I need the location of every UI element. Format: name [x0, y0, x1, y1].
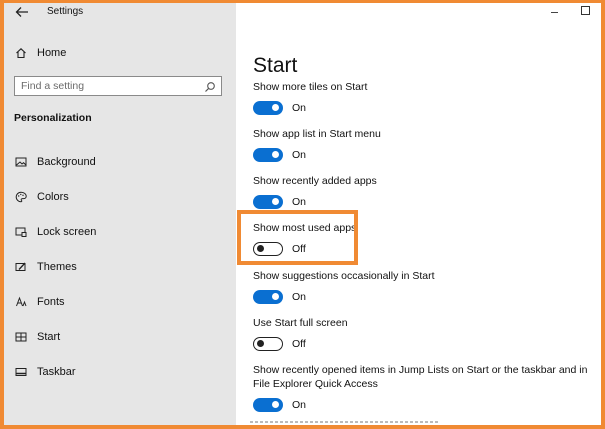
toggle-switch[interactable] [253, 101, 283, 115]
toggle-switch[interactable] [253, 398, 283, 412]
toggle-knob [272, 198, 279, 205]
font-icon [15, 296, 27, 308]
setting-label: Show more tiles on Start [253, 81, 368, 93]
cropped-text-fragment [250, 421, 440, 423]
toggle-switch[interactable] [253, 148, 283, 162]
sidebar-item-label: Colors [37, 191, 69, 203]
sidebar: Settings Home Personalization Background [4, 3, 236, 425]
section-heading: Personalization [14, 112, 92, 124]
setting-suggestions: Show suggestions occasionally in Start O… [253, 269, 593, 304]
toggle-switch[interactable] [253, 337, 283, 351]
title-bar: Settings [4, 3, 236, 25]
window-controls [521, 3, 601, 23]
toggle-knob [257, 340, 264, 347]
setting-label: Show most used apps [253, 222, 357, 234]
toggle-switch[interactable] [253, 242, 283, 256]
toggle-state: Off [292, 243, 306, 255]
home-label: Home [37, 47, 67, 59]
page-title: Start [253, 54, 298, 78]
start-grid-icon [15, 331, 27, 343]
search-icon[interactable] [204, 80, 216, 92]
toggle-state: Off [292, 338, 306, 350]
sidebar-item-colors[interactable]: Colors [15, 191, 69, 203]
toggle-state: On [292, 196, 307, 208]
sidebar-item-home[interactable]: Home [15, 47, 66, 59]
setting-app-list: Show app list in Start menu On [253, 127, 593, 162]
search-input[interactable] [21, 79, 201, 93]
sidebar-item-label: Lock screen [37, 226, 97, 238]
maximize-icon[interactable] [581, 6, 590, 15]
picture-icon [15, 156, 27, 168]
toggle-knob [272, 104, 279, 111]
sidebar-item-taskbar[interactable]: Taskbar [15, 366, 76, 378]
toggle-state: On [292, 291, 307, 303]
toggle-knob [272, 401, 279, 408]
search-box[interactable] [14, 76, 222, 96]
app-title: Settings [47, 6, 84, 17]
sidebar-item-fonts[interactable]: Fonts [15, 296, 65, 308]
minimize-icon[interactable] [551, 12, 558, 13]
setting-label: Show recently added apps [253, 175, 377, 187]
sidebar-item-label: Taskbar [37, 366, 76, 378]
back-arrow-icon[interactable] [14, 5, 30, 19]
toggle-knob [257, 245, 264, 252]
sidebar-item-lock-screen[interactable]: Lock screen [15, 226, 96, 238]
setting-label: Use Start full screen [253, 317, 348, 329]
setting-full-screen: Use Start full screen Off [253, 316, 593, 351]
sidebar-item-label: Themes [37, 261, 77, 273]
toggle-switch[interactable] [253, 290, 283, 304]
sidebar-item-label: Fonts [37, 296, 65, 308]
brush-icon [15, 261, 27, 273]
toggle-state: On [292, 149, 307, 161]
setting-label: Show recently opened items in Jump Lists… [253, 364, 588, 390]
toggle-knob [272, 293, 279, 300]
settings-window: Settings Home Personalization Background [4, 3, 601, 425]
sidebar-item-start[interactable]: Start [15, 331, 60, 343]
setting-most-used: Show most used apps Off [253, 221, 593, 256]
sidebar-item-background[interactable]: Background [15, 156, 96, 168]
sidebar-item-label: Background [37, 156, 96, 168]
sidebar-item-themes[interactable]: Themes [15, 261, 77, 273]
toggle-state: On [292, 102, 307, 114]
sidebar-item-label: Start [37, 331, 61, 343]
setting-recently-added: Show recently added apps On [253, 174, 593, 209]
toggle-knob [272, 151, 279, 158]
toggle-switch[interactable] [253, 195, 283, 209]
setting-label: Show suggestions occasionally in Start [253, 270, 435, 282]
lock-screen-icon [15, 226, 27, 238]
home-icon [15, 47, 27, 59]
toggle-state: On [292, 399, 307, 411]
setting-more-tiles: Show more tiles on Start On [253, 80, 593, 115]
main-content: Start Show more tiles on Start On Show a… [236, 3, 601, 425]
taskbar-icon [15, 366, 27, 378]
setting-label: Show app list in Start menu [253, 128, 381, 140]
setting-jump-lists: Show recently opened items in Jump Lists… [253, 363, 593, 412]
palette-icon [15, 191, 27, 203]
